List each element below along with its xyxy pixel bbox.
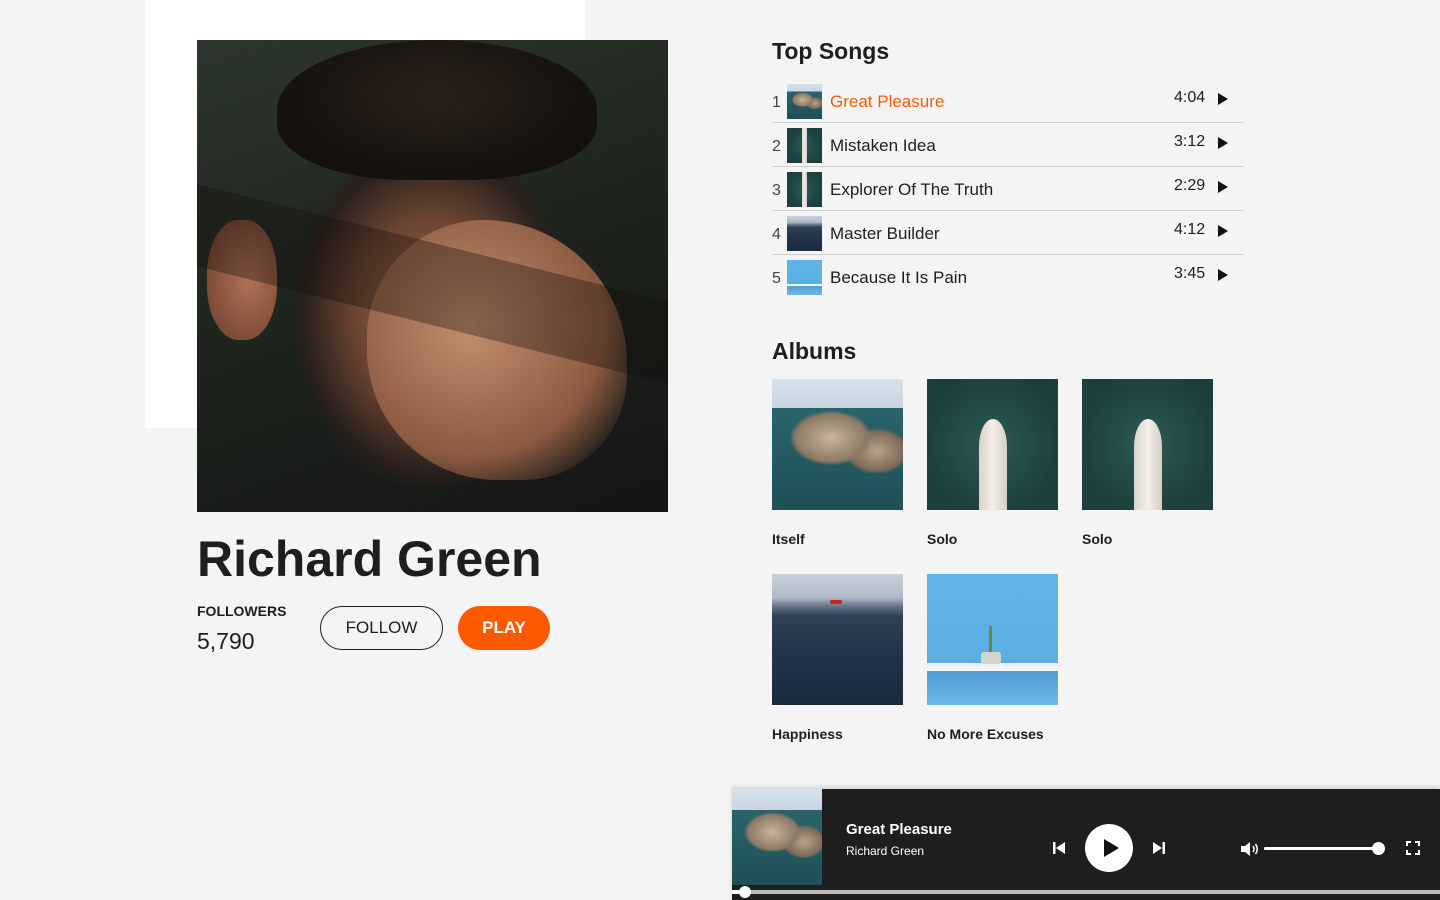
album-card[interactable]: No More Excuses — [927, 574, 1058, 742]
play-pause-button[interactable] — [1085, 824, 1133, 872]
progress-level — [732, 890, 740, 894]
song-title[interactable]: Mistaken Idea — [830, 136, 936, 156]
song-number: 1 — [772, 94, 781, 111]
play-icon[interactable] — [1218, 181, 1228, 193]
song-thumbnail — [787, 84, 822, 119]
volume-handle[interactable] — [1372, 842, 1385, 855]
album-name[interactable]: No More Excuses — [927, 726, 1044, 742]
song-list: 1 Great Pleasure 4:04 2 Mistaken Idea 3:… — [772, 79, 1244, 298]
artist-photo — [197, 40, 668, 512]
song-thumbnail — [787, 172, 822, 207]
follow-button[interactable]: FOLLOW — [320, 606, 443, 650]
player-bar: Great Pleasure Richard Green — [732, 789, 1440, 900]
song-thumbnail — [787, 216, 822, 251]
song-number: 2 — [772, 138, 781, 155]
album-card[interactable]: Itself — [772, 379, 903, 547]
progress-handle[interactable] — [739, 886, 752, 898]
song-duration: 2:29 — [1174, 177, 1206, 194]
song-duration: 4:04 — [1174, 89, 1206, 106]
song-number: 4 — [772, 226, 781, 243]
album-name[interactable]: Solo — [927, 531, 957, 547]
albums-title: Albums — [772, 338, 857, 364]
song-title[interactable]: Master Builder — [830, 224, 940, 244]
album-card[interactable]: Solo — [927, 379, 1058, 547]
player-track-title[interactable]: Great Pleasure — [846, 821, 952, 838]
song-row[interactable]: 1 Great Pleasure 4:04 — [772, 79, 1244, 123]
followers-count: 5,790 — [197, 628, 255, 654]
album-card[interactable]: Happiness — [772, 574, 903, 742]
song-title[interactable]: Explorer Of The Truth — [830, 180, 993, 200]
song-number: 5 — [772, 270, 781, 287]
album-name[interactable]: Happiness — [772, 726, 843, 742]
song-duration: 4:12 — [1174, 221, 1206, 238]
volume-slider[interactable] — [1264, 842, 1385, 855]
followers-label: FOLLOWERS — [197, 603, 287, 619]
song-number: 3 — [772, 182, 781, 199]
album-name[interactable]: Itself — [772, 531, 805, 547]
song-row[interactable]: 4 Master Builder 4:12 — [772, 211, 1244, 255]
song-row[interactable]: 5 Because It Is Pain 3:45 — [772, 255, 1244, 298]
progress-bar[interactable] — [732, 886, 1440, 898]
song-thumbnail — [787, 128, 822, 163]
song-duration: 3:45 — [1174, 265, 1206, 282]
song-title[interactable]: Because It Is Pain — [830, 268, 967, 288]
player-artist-name[interactable]: Richard Green — [846, 844, 924, 858]
album-cover[interactable] — [927, 379, 1058, 510]
album-card[interactable]: Solo — [1082, 379, 1213, 547]
fullscreen-icon[interactable] — [1406, 841, 1420, 855]
song-row[interactable]: 3 Explorer Of The Truth 2:29 — [772, 167, 1244, 211]
album-cover[interactable] — [772, 379, 903, 510]
top-songs-title: Top Songs — [772, 38, 890, 64]
player-cover[interactable] — [732, 789, 822, 885]
album-name[interactable]: Solo — [1082, 531, 1112, 547]
album-cover[interactable] — [927, 574, 1058, 705]
volume-level — [1264, 847, 1378, 850]
play-icon[interactable] — [1218, 269, 1228, 281]
album-cover[interactable] — [772, 574, 903, 705]
song-row[interactable]: 2 Mistaken Idea 3:12 — [772, 123, 1244, 167]
play-button[interactable]: PLAY — [458, 606, 550, 650]
song-thumbnail — [787, 260, 822, 295]
play-icon[interactable] — [1218, 137, 1228, 149]
volume-icon[interactable] — [1240, 841, 1260, 857]
album-cover[interactable] — [1082, 379, 1213, 510]
play-icon[interactable] — [1218, 93, 1228, 105]
song-title[interactable]: Great Pleasure — [830, 92, 944, 112]
play-icon[interactable] — [1218, 225, 1228, 237]
artist-name: Richard Green — [197, 531, 542, 587]
song-duration: 3:12 — [1174, 133, 1206, 150]
previous-track-icon[interactable] — [1051, 840, 1067, 856]
next-track-icon[interactable] — [1151, 840, 1167, 856]
